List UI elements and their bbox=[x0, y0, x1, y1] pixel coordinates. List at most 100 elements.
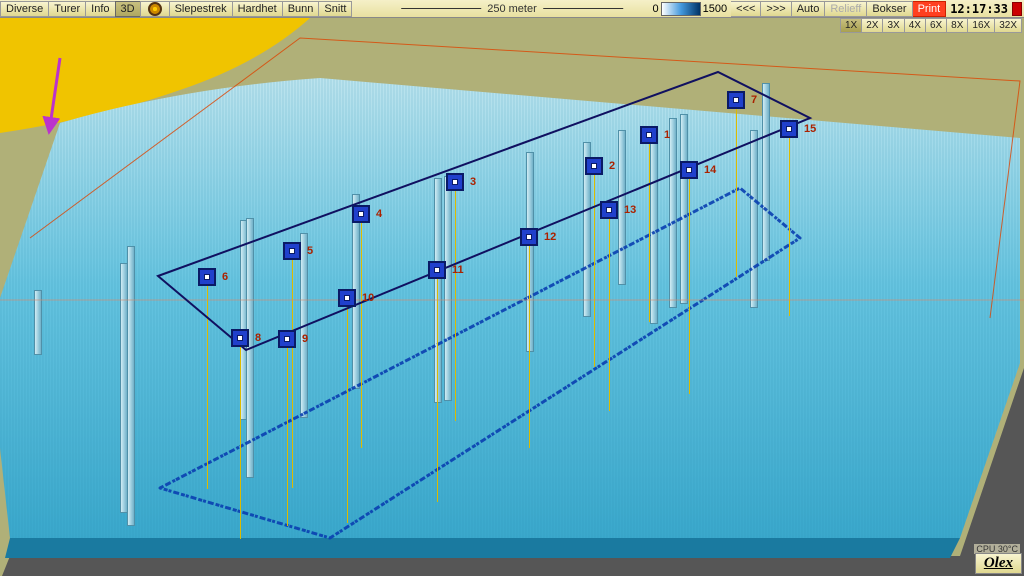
marker-dropline bbox=[789, 138, 790, 316]
survey-marker-9[interactable]: 9 bbox=[278, 330, 296, 348]
marker-label: 1 bbox=[664, 129, 670, 141]
nav-print[interactable]: Print bbox=[913, 1, 947, 17]
survey-marker-13[interactable]: 13 bbox=[600, 201, 618, 219]
sonar-pillar bbox=[680, 114, 688, 304]
depth-gradient[interactable] bbox=[661, 2, 701, 16]
marker-center-icon bbox=[434, 267, 440, 273]
sonar-pillar bbox=[127, 246, 135, 526]
survey-marker-12[interactable]: 12 bbox=[520, 228, 538, 246]
scale-label: 250 meter bbox=[487, 3, 537, 15]
marker-center-icon bbox=[284, 336, 290, 342]
sonar-pillar bbox=[246, 218, 254, 478]
menu-3d[interactable]: 3D bbox=[115, 1, 140, 17]
sonar-pillar bbox=[444, 176, 452, 401]
marker-label: 14 bbox=[704, 164, 716, 176]
zoom-2X[interactable]: 2X bbox=[862, 18, 883, 33]
marker-center-icon bbox=[344, 295, 350, 301]
nav-prev[interactable]: <<< bbox=[731, 1, 761, 17]
marker-center-icon bbox=[358, 211, 364, 217]
sonar-pillar bbox=[762, 83, 770, 261]
marker-center-icon bbox=[606, 207, 612, 213]
menu-left: Diverse Turer Info 3D Slepestrek Hardhet… bbox=[0, 1, 352, 17]
marker-dropline bbox=[529, 246, 530, 448]
survey-marker-3[interactable]: 3 bbox=[446, 173, 464, 191]
clock: 12:17:33 bbox=[946, 2, 1012, 16]
compass-button[interactable] bbox=[140, 1, 169, 17]
survey-marker-5[interactable]: 5 bbox=[283, 242, 301, 260]
marker-center-icon bbox=[591, 163, 597, 169]
marker-dropline bbox=[361, 223, 362, 448]
app-logo[interactable]: Olex bbox=[975, 553, 1022, 574]
marker-dropline bbox=[736, 109, 737, 277]
bathymetry bbox=[0, 18, 1024, 576]
survey-marker-7[interactable]: 7 bbox=[727, 91, 745, 109]
nav-auto[interactable]: Auto bbox=[792, 1, 826, 17]
marker-center-icon bbox=[786, 126, 792, 132]
marker-label: 8 bbox=[255, 332, 261, 344]
marker-dropline bbox=[437, 279, 438, 502]
marker-label: 2 bbox=[609, 160, 615, 172]
menu-hardhet[interactable]: Hardhet bbox=[232, 1, 282, 17]
marker-label: 9 bbox=[302, 333, 308, 345]
survey-marker-6[interactable]: 6 bbox=[198, 268, 216, 286]
marker-label: 7 bbox=[751, 94, 757, 106]
sonar-pillar bbox=[300, 233, 308, 418]
survey-marker-8[interactable]: 8 bbox=[231, 329, 249, 347]
menu-turer[interactable]: Turer bbox=[48, 1, 85, 17]
menu-bunn[interactable]: Bunn bbox=[282, 1, 319, 17]
survey-marker-14[interactable]: 14 bbox=[680, 161, 698, 179]
menu-diverse[interactable]: Diverse bbox=[0, 1, 48, 17]
marker-dropline bbox=[609, 219, 610, 411]
nav-bokser[interactable]: Bokser bbox=[867, 1, 912, 17]
depth-scale: 0 1500 bbox=[653, 2, 728, 16]
heading-arrow-icon bbox=[40, 48, 80, 138]
marker-center-icon bbox=[646, 132, 652, 138]
zoom-3X[interactable]: 3X bbox=[883, 18, 904, 33]
marker-center-icon bbox=[686, 167, 692, 173]
survey-marker-2[interactable]: 2 bbox=[585, 157, 603, 175]
marker-center-icon bbox=[733, 97, 739, 103]
zoom-1X[interactable]: 1X bbox=[840, 18, 862, 33]
sonar-pillar bbox=[650, 134, 658, 324]
viewport-3d[interactable]: 123456789101112131415 CPU 30°C Olex bbox=[0, 18, 1024, 576]
marker-label: 12 bbox=[544, 231, 556, 243]
compass-icon bbox=[148, 2, 162, 16]
survey-marker-4[interactable]: 4 bbox=[352, 205, 370, 223]
zoom-16X[interactable]: 16X bbox=[968, 18, 995, 33]
marker-label: 6 bbox=[222, 271, 228, 283]
depth-max: 1500 bbox=[703, 3, 727, 15]
zoom-4X[interactable]: 4X bbox=[905, 18, 926, 33]
nav-next[interactable]: >>> bbox=[761, 1, 791, 17]
menu-snitt[interactable]: Snitt bbox=[318, 1, 352, 17]
marker-center-icon bbox=[452, 179, 458, 185]
marker-label: 3 bbox=[470, 176, 476, 188]
marker-center-icon bbox=[204, 274, 210, 280]
marker-label: 13 bbox=[624, 204, 636, 216]
marker-center-icon bbox=[289, 248, 295, 254]
marker-label: 10 bbox=[362, 292, 374, 304]
scale-indicator: 250 meter bbox=[401, 3, 623, 15]
marker-dropline bbox=[287, 348, 288, 526]
nav-relieff[interactable]: Relieff bbox=[825, 1, 867, 17]
marker-label: 5 bbox=[307, 245, 313, 257]
marker-label: 4 bbox=[376, 208, 382, 220]
marker-dropline bbox=[292, 260, 293, 488]
zoom-6X[interactable]: 6X bbox=[926, 18, 947, 33]
survey-marker-1[interactable]: 1 bbox=[640, 126, 658, 144]
menu-info[interactable]: Info bbox=[85, 1, 114, 17]
menu-slepestrek[interactable]: Slepestrek bbox=[169, 1, 232, 17]
sonar-pillar bbox=[34, 290, 42, 355]
survey-marker-11[interactable]: 11 bbox=[428, 261, 446, 279]
marker-label: 11 bbox=[452, 264, 464, 276]
survey-marker-15[interactable]: 15 bbox=[780, 120, 798, 138]
marker-center-icon bbox=[237, 335, 243, 341]
sonar-pillar bbox=[669, 118, 677, 308]
zoom-32X[interactable]: 32X bbox=[995, 18, 1022, 33]
marker-dropline bbox=[689, 179, 690, 394]
record-toggle[interactable] bbox=[1012, 2, 1022, 16]
survey-marker-10[interactable]: 10 bbox=[338, 289, 356, 307]
zoom-8X[interactable]: 8X bbox=[947, 18, 968, 33]
sonar-pillar bbox=[526, 152, 534, 352]
sonar-pillar bbox=[434, 178, 442, 403]
marker-dropline bbox=[240, 347, 241, 539]
